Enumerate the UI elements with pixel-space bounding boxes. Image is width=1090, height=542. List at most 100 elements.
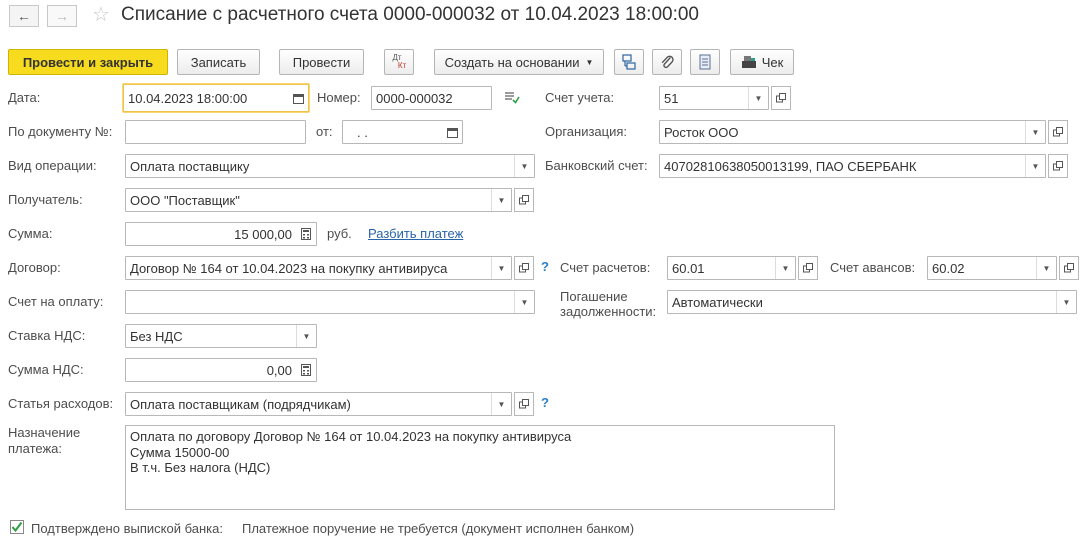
vat-rate-label: Ставка НДС: [8, 328, 86, 343]
contract-select[interactable]: Договор № 164 от 10.04.2023 на покупку а… [125, 256, 512, 280]
repayment-label-line-1: Погашение [560, 289, 628, 304]
chevron-down-icon[interactable]: ▼ [748, 87, 768, 109]
calendar-icon [446, 127, 458, 138]
number-field[interactable]: 0000-000032 [371, 86, 492, 110]
chevron-down-icon[interactable]: ▼ [1025, 121, 1045, 143]
sum-label: Сумма: [8, 226, 53, 241]
recipient-select[interactable]: ООО "Поставщик" ▼ [125, 188, 512, 212]
create-based-on-label: Создать на основании [444, 54, 580, 70]
expense-help-icon[interactable]: ? [541, 395, 549, 410]
repayment-select[interactable]: Автоматически ▼ [667, 290, 1077, 314]
dt-kt-button[interactable]: Дт Кт [384, 49, 414, 75]
chevron-down-icon[interactable]: ▼ [1056, 291, 1076, 313]
advance-account-select[interactable]: 60.02 ▼ [927, 256, 1057, 280]
from-date-field[interactable]: . . [342, 120, 463, 144]
journal-button[interactable] [690, 49, 720, 75]
bank-confirmed-label: Подтверждено выпиской банка: [31, 521, 223, 536]
organization-value: Росток ООО [664, 124, 739, 140]
open-organization-button[interactable] [1048, 120, 1068, 144]
structure-button[interactable] [614, 49, 644, 75]
bank-account-select[interactable]: 40702810638050013199, ПАО СБЕРБАНК ▼ [659, 154, 1046, 178]
open-bank-account-button[interactable] [1048, 154, 1068, 178]
cash-register-icon [741, 56, 756, 68]
chevron-down-icon[interactable]: ▼ [514, 291, 534, 313]
by-document-field[interactable] [125, 120, 306, 144]
calendar-icon [292, 93, 304, 104]
calendar-button[interactable] [288, 85, 308, 111]
organization-select[interactable]: Росток ООО ▼ [659, 120, 1046, 144]
chevron-down-icon[interactable]: ▼ [1025, 155, 1045, 177]
bank-confirmed-checkbox[interactable] [10, 520, 24, 534]
chevron-down-icon[interactable]: ▼ [491, 189, 511, 211]
operation-type-label: Вид операции: [8, 158, 97, 173]
calendar-button[interactable] [442, 121, 462, 143]
settlement-account-select[interactable]: 60.01 ▼ [667, 256, 796, 280]
split-payment-link[interactable]: Разбить платеж [368, 226, 463, 241]
attach-files-button[interactable] [652, 49, 682, 75]
invoice-select[interactable]: ▼ [125, 290, 535, 314]
sum-field[interactable]: 15 000,00 [125, 222, 317, 246]
account-label: Счет учета: [545, 90, 615, 105]
operation-type-select[interactable]: Оплата поставщику ▼ [125, 154, 535, 178]
save-button[interactable]: Записать [177, 49, 260, 75]
calculator-button[interactable] [296, 359, 316, 381]
post-and-close-button[interactable]: Провести и закрыть [8, 49, 168, 75]
date-field[interactable]: 10.04.2023 18:00:00 [123, 84, 309, 112]
account-value: 51 [664, 90, 679, 106]
calculator-icon [301, 364, 311, 376]
open-form-icon [1053, 161, 1063, 171]
chevron-down-icon[interactable]: ▼ [491, 393, 511, 415]
open-expense-item-button[interactable] [514, 392, 534, 416]
recipient-value: ООО "Поставщик" [130, 192, 240, 208]
open-form-icon [776, 93, 786, 103]
account-select[interactable]: 51 ▼ [659, 86, 769, 110]
repayment-label-line-2: задолженности: [560, 304, 657, 319]
by-document-value [126, 121, 305, 143]
receipt-label: Чек [761, 54, 784, 70]
vat-sum-label: Сумма НДС: [8, 362, 84, 377]
payment-purpose-label-line-2: платежа: [8, 441, 62, 456]
repayment-value: Автоматически [672, 294, 763, 310]
post-button[interactable]: Провести [279, 49, 364, 75]
open-form-icon [519, 399, 529, 409]
currency-label: руб. [327, 226, 352, 241]
sum-value: 15 000,00 [234, 226, 292, 242]
create-based-on-button[interactable]: Создать на основании ▼ [434, 49, 604, 75]
payment-purpose-line: В т.ч. Без налога (НДС) [130, 460, 271, 475]
payment-purpose-textarea[interactable]: Оплата по договору Договор № 164 от 10.0… [125, 425, 835, 510]
favorite-star-icon[interactable]: ☆ [92, 5, 110, 25]
chevron-down-icon[interactable]: ▼ [296, 325, 316, 347]
expense-item-select[interactable]: Оплата поставщикам (подрядчикам) ▼ [125, 392, 512, 416]
open-form-icon [803, 263, 813, 273]
chevron-down-icon[interactable]: ▼ [775, 257, 795, 279]
open-account-button[interactable] [771, 86, 791, 110]
document-structure-icon [622, 54, 636, 70]
journal-icon [699, 54, 711, 70]
open-recipient-button[interactable] [514, 188, 534, 212]
contract-help-icon[interactable]: ? [541, 259, 549, 274]
chevron-down-icon[interactable]: ▼ [514, 155, 534, 177]
vat-rate-select[interactable]: Без НДС ▼ [125, 324, 317, 348]
advance-account-label: Счет авансов: [830, 260, 916, 275]
forward-button[interactable]: → [47, 5, 77, 27]
receipt-button[interactable]: Чек [730, 49, 794, 75]
settlement-account-value: 60.01 [672, 260, 705, 276]
chevron-down-icon[interactable]: ▼ [1036, 257, 1056, 279]
arrow-right-icon: → [55, 8, 69, 24]
back-button[interactable]: ← [9, 5, 39, 27]
open-settlement-account-button[interactable] [798, 256, 818, 280]
chevron-down-icon[interactable]: ▼ [491, 257, 511, 279]
open-advance-account-button[interactable] [1059, 256, 1079, 280]
expense-item-value: Оплата поставщикам (подрядчикам) [130, 396, 351, 412]
by-document-label: По документу №: [8, 124, 113, 139]
from-label: от: [316, 124, 333, 139]
vat-rate-value: Без НДС [130, 328, 183, 344]
payment-purpose-line: Оплата по договору Договор № 164 от 10.0… [130, 429, 572, 444]
open-contract-button[interactable] [514, 256, 534, 280]
vat-sum-field[interactable]: 0,00 [125, 358, 317, 382]
invoice-value [126, 291, 514, 313]
open-form-icon [1064, 263, 1074, 273]
open-form-icon [1053, 127, 1063, 137]
calculator-button[interactable] [296, 223, 316, 245]
number-settings-icon[interactable] [504, 90, 520, 107]
